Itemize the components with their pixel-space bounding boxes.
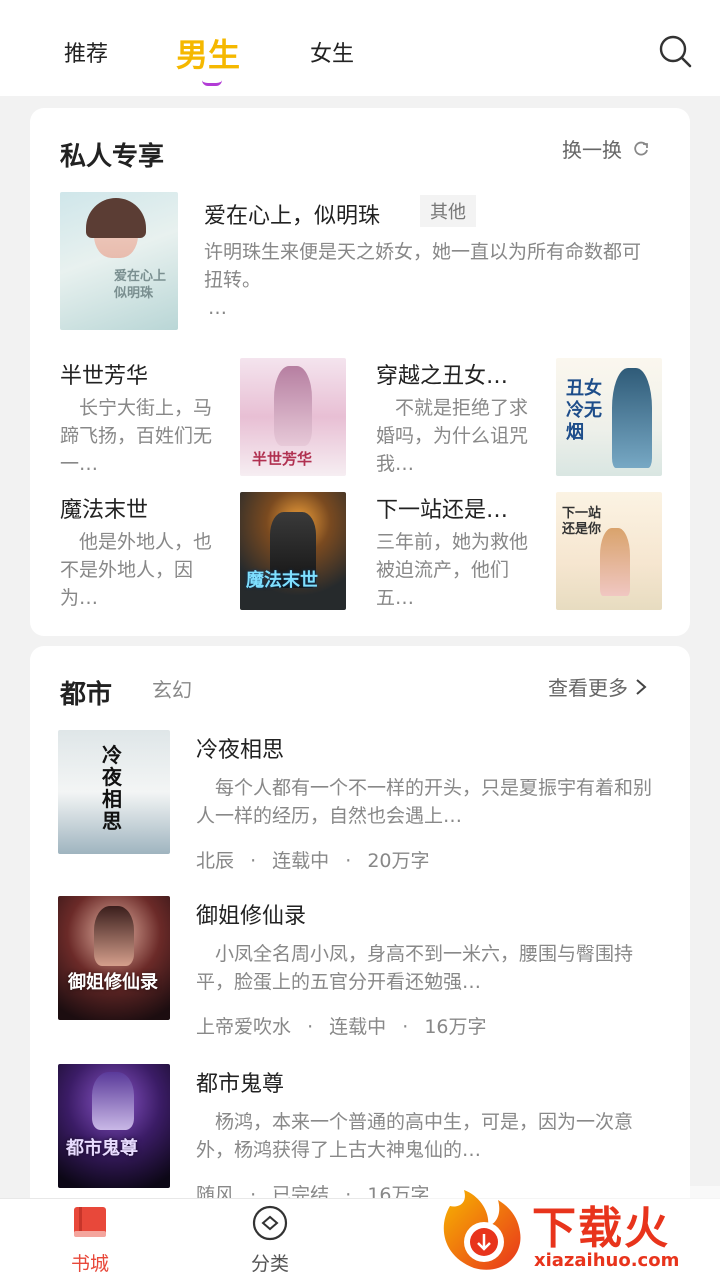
book-cover: 冷夜相思	[58, 730, 170, 854]
book-title: 半世芳华	[60, 364, 149, 389]
view-more-label: 查看更多	[548, 676, 628, 700]
tab-urban[interactable]: 都市	[60, 674, 112, 711]
book-cover: 下一站还是你	[556, 492, 662, 610]
book-cover: 爱在心上 似明珠	[60, 192, 178, 330]
search-icon	[659, 35, 692, 68]
book-desc: 不就是拒绝了求婚吗，为什么诅咒我…	[376, 397, 529, 475]
refresh-button[interactable]: 换一换	[562, 134, 650, 163]
watermark-title: 下载火	[532, 1203, 670, 1254]
chevron-right-icon	[636, 678, 647, 695]
author: 上帝爱吹水	[196, 1016, 292, 1038]
book-cover: 丑女冷无烟	[556, 358, 662, 476]
status: 连载中	[329, 1016, 387, 1038]
search-button[interactable]	[658, 34, 692, 68]
watermark: 下载火 xiazaihuo.com	[428, 1186, 720, 1280]
book-title: 穿越之丑女…	[376, 364, 509, 389]
book-desc: 许明珠生来便是天之娇女，她一直以为所有命数都可扭转。	[204, 241, 642, 291]
nav-bookstore[interactable]: 书城	[30, 1205, 150, 1276]
book-desc: 杨鸿，本来一个普通的高中生，可是，因为一次意外，杨鸿获得了上古大神鬼仙的…	[196, 1111, 634, 1161]
view-more-button[interactable]: 查看更多	[548, 672, 648, 701]
category-icon	[252, 1205, 288, 1241]
watermark-url: xiazaihuo.com	[534, 1250, 680, 1271]
book-cover: 都市鬼尊	[58, 1064, 170, 1188]
book-icon	[74, 1207, 106, 1237]
book-cover: 御姐修仙录	[58, 896, 170, 1020]
desc-ellipsis: …	[208, 297, 227, 319]
nav-category[interactable]: 分类	[210, 1205, 330, 1276]
book-desc: 小凤全名周小凤，身高不到一米六，腰围与臀围持平，脸蛋上的五官分开看还勉强…	[196, 943, 634, 993]
word-count: 20万字	[367, 850, 430, 872]
book-desc: 每个人都有一个不一样的开头，只是夏振宇有着和别人一样的经历，自然也会遇上…	[196, 777, 653, 827]
section-title: 私人专享	[60, 142, 165, 172]
category-section: 都市 玄幻 查看更多 冷夜相思 冷夜相思 每个人都有一个不一样的开头，只是夏振宇…	[30, 646, 690, 1206]
book-desc: 他是外地人，也不是外地人，因为…	[60, 531, 213, 609]
refresh-icon	[634, 141, 648, 155]
tab-fantasy[interactable]: 玄幻	[152, 674, 192, 703]
top-tab-bar: 推荐 男生 女生	[0, 0, 720, 96]
author: 北辰	[196, 850, 235, 872]
book-title: 爱在心上，似明珠	[204, 204, 381, 229]
book-desc: 长宁大街上，马蹄飞扬，百姓们无一…	[60, 397, 213, 475]
book-meta: 北辰 · 连载中 · 20万字	[196, 850, 430, 872]
status: 连载中	[272, 850, 330, 872]
book-title: 冷夜相思	[196, 738, 285, 763]
book-title: 魔法末世	[60, 498, 149, 523]
book-cover: 魔法末世	[240, 492, 346, 610]
active-tab-indicator	[202, 80, 222, 86]
private-section: 私人专享 换一换 爱在心上 似明珠 爱在心上，似明珠 其他 许明珠生来便是天之娇…	[30, 108, 690, 636]
tab-female[interactable]: 女生	[310, 36, 354, 68]
book-title: 下一站还是…	[376, 498, 509, 523]
tab-recommend[interactable]: 推荐	[64, 36, 108, 68]
word-count: 16万字	[424, 1016, 487, 1038]
tab-male[interactable]: 男生	[176, 30, 240, 76]
book-meta: 上帝爱吹水 · 连载中 · 16万字	[196, 1016, 487, 1038]
book-title: 御姐修仙录	[196, 904, 307, 929]
genre-tag: 其他	[420, 195, 476, 227]
refresh-label: 换一换	[562, 138, 622, 162]
book-desc: 三年前，她为救他被迫流产，他们五…	[376, 531, 529, 609]
nav-label: 书城	[70, 1253, 109, 1275]
book-cover: 半世芳华	[240, 358, 346, 476]
nav-label: 分类	[250, 1253, 289, 1275]
book-title: 都市鬼尊	[196, 1072, 285, 1097]
